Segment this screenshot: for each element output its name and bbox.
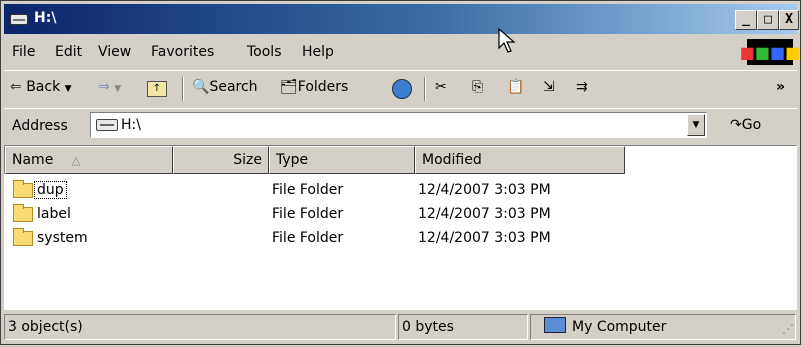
file-modified: 12/4/2007 3:03 PM bbox=[418, 206, 551, 222]
back-button[interactable]: ⇐ Back ▼ bbox=[10, 79, 72, 95]
column-header-row: Name △ Size Type Modified bbox=[4, 145, 797, 175]
paste-button[interactable]: 📋 bbox=[507, 79, 524, 95]
toolbar-separator bbox=[182, 77, 184, 101]
go-button[interactable]: ↷Go bbox=[730, 117, 761, 133]
list-item[interactable]: label File Folder 12/4/2007 3:03 PM bbox=[4, 203, 797, 227]
folder-icon bbox=[13, 204, 33, 222]
menu-tools[interactable]: Tools bbox=[247, 44, 282, 60]
file-modified: 12/4/2007 3:03 PM bbox=[418, 182, 551, 198]
resize-grip-icon[interactable]: ⋰ bbox=[782, 322, 794, 336]
paste-icon: 📋 bbox=[507, 79, 525, 95]
folders-icon: 🗂 bbox=[280, 79, 298, 95]
cut-button[interactable]: ✂ bbox=[435, 79, 447, 95]
sort-ascending-icon: △ bbox=[71, 154, 81, 167]
move-to-button[interactable]: ⇲ bbox=[543, 79, 555, 95]
address-input[interactable]: H:\ ▼ bbox=[90, 112, 707, 138]
window-title: H:\ bbox=[34, 10, 57, 26]
back-label: Back bbox=[26, 79, 61, 95]
minimize-button[interactable]: _ bbox=[735, 10, 757, 30]
toolbar-overflow-button[interactable]: » bbox=[776, 79, 785, 95]
maximize-button[interactable]: □ bbox=[757, 10, 779, 30]
status-zone: My Computer bbox=[530, 314, 796, 340]
folder-icon bbox=[13, 228, 33, 246]
history-icon bbox=[392, 79, 412, 99]
explorer-window: H:\ _ □ X File Edit View Favorites Tools… bbox=[0, 0, 801, 345]
cut-icon: ✂ bbox=[435, 79, 447, 95]
menu-favorites[interactable]: Favorites bbox=[151, 44, 214, 60]
drive-icon bbox=[96, 119, 118, 131]
list-item[interactable]: system File Folder 12/4/2007 3:03 PM bbox=[4, 227, 797, 251]
file-modified: 12/4/2007 3:03 PM bbox=[418, 230, 551, 246]
forward-button[interactable]: ⇒ ▼ bbox=[98, 79, 121, 95]
close-button[interactable]: X bbox=[779, 10, 799, 30]
history-button[interactable] bbox=[392, 79, 412, 103]
move-to-icon: ⇲ bbox=[543, 79, 555, 95]
title-bar[interactable]: H:\ _ □ X bbox=[4, 4, 799, 34]
status-size: 0 bytes bbox=[398, 314, 528, 340]
status-bar: 3 object(s) 0 bytes My Computer ⋰ bbox=[4, 312, 797, 342]
menu-file[interactable]: File bbox=[12, 44, 35, 60]
status-objects: 3 object(s) bbox=[4, 314, 396, 340]
mouse-cursor-icon bbox=[498, 28, 516, 53]
file-list[interactable]: dup File Folder 12/4/2007 3:03 PM label … bbox=[4, 174, 797, 310]
file-name[interactable]: label bbox=[37, 206, 71, 222]
copy-button[interactable]: ⎘ bbox=[472, 79, 483, 95]
file-type: File Folder bbox=[272, 206, 344, 222]
copy-to-button[interactable]: ⇉ bbox=[576, 79, 588, 95]
copy-icon: ⎘ bbox=[472, 79, 484, 95]
forward-arrow-icon: ⇒ bbox=[98, 79, 110, 95]
folders-button[interactable]: 🗂Folders bbox=[280, 79, 348, 95]
column-name[interactable]: Name △ bbox=[5, 146, 173, 174]
up-folder-icon: ↑ bbox=[147, 81, 167, 97]
toolbar-separator bbox=[424, 77, 426, 101]
file-type: File Folder bbox=[272, 230, 344, 246]
windows-logo-icon: ■ ■ ■ ■ bbox=[740, 39, 800, 65]
list-item[interactable]: dup File Folder 12/4/2007 3:03 PM bbox=[4, 179, 797, 203]
my-computer-icon bbox=[544, 317, 566, 333]
column-modified[interactable]: Modified bbox=[415, 146, 625, 174]
column-type[interactable]: Type bbox=[269, 146, 415, 174]
address-bar: Address H:\ ▼ ↷Go bbox=[4, 108, 797, 143]
drive-icon bbox=[10, 14, 28, 25]
back-arrow-icon: ⇐ bbox=[10, 79, 22, 95]
file-name[interactable]: dup bbox=[34, 181, 67, 199]
address-dropdown-button[interactable]: ▼ bbox=[687, 114, 705, 136]
go-label: Go bbox=[741, 117, 762, 133]
search-icon: 🔍 bbox=[192, 79, 210, 95]
folder-icon bbox=[13, 180, 33, 198]
column-size[interactable]: Size bbox=[173, 146, 269, 174]
address-value: H:\ bbox=[121, 117, 141, 133]
search-label: Search bbox=[209, 79, 258, 95]
file-name[interactable]: system bbox=[37, 230, 88, 246]
copy-to-icon: ⇉ bbox=[576, 79, 588, 95]
menu-view[interactable]: View bbox=[98, 44, 131, 60]
address-label: Address bbox=[12, 118, 68, 134]
menu-bar: File Edit View Favorites Tools Help ■ ■ ■ ■ bbox=[4, 37, 800, 67]
file-type: File Folder bbox=[272, 182, 344, 198]
menu-help[interactable]: Help bbox=[302, 44, 334, 60]
up-button[interactable]: ↑ bbox=[147, 79, 167, 97]
folders-label: Folders bbox=[297, 79, 349, 95]
menu-edit[interactable]: Edit bbox=[55, 44, 82, 60]
go-arrow-icon: ↷ bbox=[730, 117, 742, 133]
search-button[interactable]: 🔍Search bbox=[192, 79, 258, 95]
status-zone-label: My Computer bbox=[572, 319, 667, 335]
toolbar: ⇐ Back ▼ ⇒ ▼ ↑ 🔍Search 🗂Folders ✂ ⎘ 📋 ⇲ … bbox=[4, 70, 797, 107]
